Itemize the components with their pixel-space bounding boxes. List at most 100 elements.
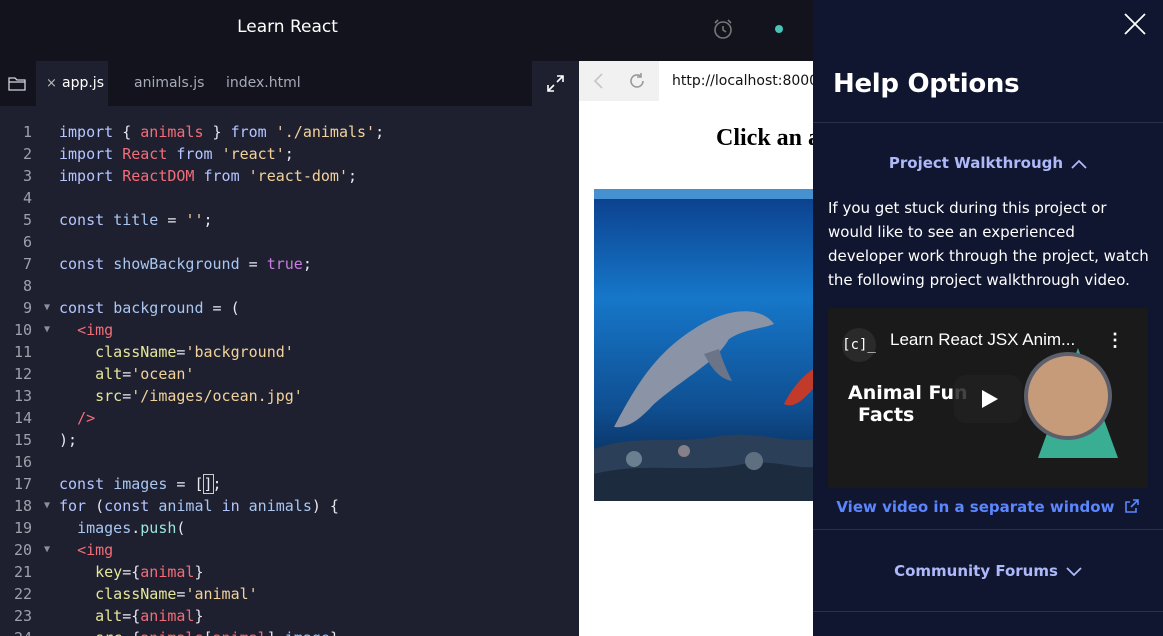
code-line: 24 src={animals[animal].image}: [0, 627, 579, 636]
code-line: 17 const images = [];: [0, 473, 579, 495]
fold-arrow-icon[interactable]: ▼: [44, 495, 50, 517]
video-link[interactable]: View video in a separate window: [813, 498, 1163, 516]
forums-toggle[interactable]: Community Forums: [813, 562, 1163, 580]
code-line: 2 import React from 'react';: [0, 143, 579, 165]
line-number: 17: [13, 475, 32, 493]
code-text: import React from 'react';: [59, 145, 294, 163]
tab-label: animals.js: [134, 75, 205, 91]
ocean-image[interactable]: [594, 189, 813, 501]
presenter-avatar: [1024, 352, 1112, 440]
divider: [813, 529, 1163, 530]
code-line: 16: [0, 451, 579, 473]
more-vert-icon[interactable]: ⋮: [1106, 330, 1124, 351]
line-number: 9: [22, 299, 32, 317]
fold-arrow-icon[interactable]: ▼: [44, 297, 50, 319]
close-icon[interactable]: ×: [46, 61, 57, 106]
status-dot: [775, 25, 783, 33]
line-number: 10: [13, 321, 32, 339]
code-line: 22 className='animal': [0, 583, 579, 605]
code-text: const title = '';: [59, 211, 213, 229]
external-link-icon: [1124, 499, 1139, 513]
code-line: 11 className='background': [0, 341, 579, 363]
chevron-down-icon: [1066, 566, 1082, 576]
code-line: 21 key={animal}: [0, 561, 579, 583]
refresh-icon[interactable]: [627, 71, 647, 91]
code-text: src='/images/ocean.jpg': [95, 387, 303, 405]
video-overlay-text: Animal Fun Facts: [848, 382, 968, 426]
line-number: 19: [13, 519, 32, 537]
line-number: 15: [13, 431, 32, 449]
code-line: 12 alt='ocean': [0, 363, 579, 385]
tab-label: app.js: [62, 75, 104, 91]
back-icon[interactable]: [589, 71, 609, 91]
line-number: 14: [13, 409, 32, 427]
file-tabs: × app.js animals.js index.html: [0, 61, 579, 106]
code-line: 8: [0, 275, 579, 297]
divider: [813, 122, 1163, 123]
line-number: 1: [22, 123, 32, 141]
code-text: const images = [];: [59, 474, 222, 494]
url-field[interactable]: http://localhost:8000/: [659, 61, 813, 101]
code-text: alt='ocean': [95, 365, 195, 383]
walkthrough-video[interactable]: [c]_ Learn React JSX Anim... ⋮ Animal Fu…: [828, 308, 1148, 488]
walkthrough-title: Project Walkthrough: [888, 154, 1064, 172]
code-text: />: [77, 409, 96, 427]
code-text: for (const animal in animals) {: [59, 497, 339, 515]
line-number: 13: [13, 387, 32, 405]
folder-icon[interactable]: [8, 75, 26, 91]
forums-title: Community Forums: [894, 562, 1058, 580]
line-number: 4: [22, 189, 32, 207]
walkthrough-text: If you get stuck during this project or …: [828, 199, 1149, 289]
fold-arrow-icon[interactable]: ▼: [44, 319, 50, 341]
expand-icon: [547, 75, 564, 92]
expand-button[interactable]: [532, 61, 579, 106]
line-number: 24: [0, 627, 32, 636]
chevron-up-icon: [1071, 159, 1087, 169]
line-number: 12: [13, 365, 32, 383]
code-text: <img: [77, 321, 114, 339]
tab-index-html[interactable]: index.html: [226, 61, 301, 106]
fold-arrow-icon[interactable]: ▼: [44, 539, 50, 561]
code-line: 6: [0, 231, 579, 253]
line-number: 20: [13, 541, 32, 559]
code-text: className='background': [95, 343, 294, 361]
code-text: const background = (: [59, 299, 240, 317]
alarm-icon[interactable]: [711, 17, 735, 41]
line-number: 11: [13, 343, 32, 361]
code-editor[interactable]: 1 import { animals } from './animals'; 2 i…: [0, 106, 579, 636]
code-line: 1 import { animals } from './animals';: [0, 121, 579, 143]
code-line: 18 ▼ for (const animal in animals) {: [0, 495, 579, 517]
play-icon: [982, 390, 998, 408]
tab-app-js[interactable]: × app.js: [36, 61, 108, 106]
code-line: 19 images.push(: [0, 517, 579, 539]
line-number: 5: [22, 211, 32, 229]
line-number: 8: [22, 277, 32, 295]
line-number: 21: [13, 563, 32, 581]
code-text: className='animal': [95, 585, 258, 603]
tab-animals-js[interactable]: animals.js: [134, 61, 204, 106]
line-number: 7: [22, 255, 32, 273]
close-icon[interactable]: [1123, 12, 1147, 36]
walkthrough-toggle[interactable]: Project Walkthrough: [813, 154, 1163, 172]
code-text: alt={animal}: [95, 607, 204, 625]
line-number: 6: [22, 233, 32, 251]
code-line: 20 ▼ <img: [0, 539, 579, 561]
video-title[interactable]: Learn React JSX Anim...: [890, 330, 1075, 350]
divider: [813, 611, 1163, 612]
line-number: 3: [22, 167, 32, 185]
play-button[interactable]: [954, 375, 1022, 423]
line-number: 18: [13, 497, 32, 515]
code-line: 14 />: [0, 407, 579, 429]
channel-logo[interactable]: [c]_: [842, 328, 876, 362]
code-line: 9 ▼ const background = (: [0, 297, 579, 319]
line-number: 2: [22, 145, 32, 163]
line-number: 23: [13, 607, 32, 625]
url-bar: http://localhost:8000/: [579, 61, 813, 101]
code-text: key={animal}: [95, 563, 204, 581]
line-number: 16: [13, 453, 32, 471]
app-title: Learn React: [237, 17, 338, 37]
preview-heading: Click an a: [716, 125, 821, 151]
browser-preview: http://localhost:8000/ Click an a: [579, 61, 820, 636]
code-line: 23 alt={animal}: [0, 605, 579, 627]
code-line: 10 ▼ <img: [0, 319, 579, 341]
